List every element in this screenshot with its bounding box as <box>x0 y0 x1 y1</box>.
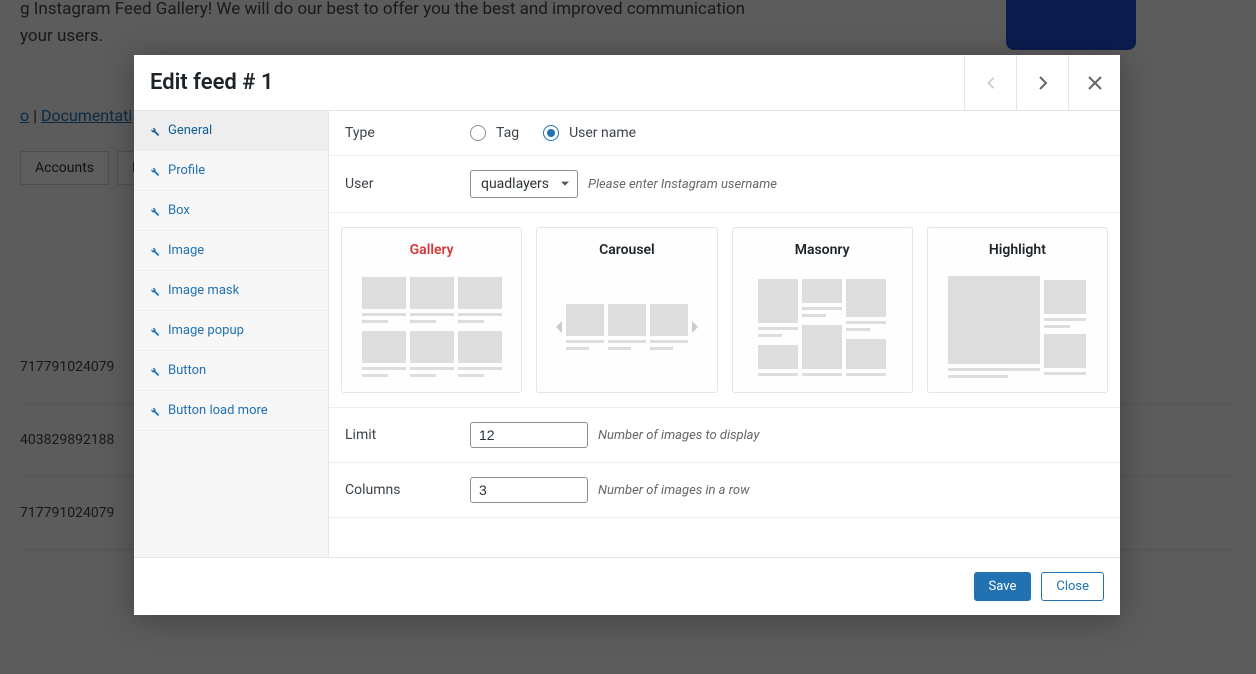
label-type: Type <box>345 125 470 141</box>
edit-feed-modal: Edit feed # 1 GeneralProfileBoxImageImag… <box>134 55 1120 615</box>
columns-input[interactable] <box>470 477 588 503</box>
sidebar: GeneralProfileBoxImageImage maskImage po… <box>134 111 329 557</box>
hint-limit: Number of images to display <box>598 428 759 443</box>
hint-user: Please enter Instagram username <box>588 177 777 192</box>
wrench-icon <box>148 125 160 137</box>
wrench-icon <box>148 325 160 337</box>
save-button[interactable]: Save <box>974 572 1032 601</box>
wrench-icon <box>148 165 160 177</box>
modal-footer: Save Close <box>134 557 1120 615</box>
sidebar-item-image-mask[interactable]: Image mask <box>134 271 328 311</box>
next-button[interactable] <box>1016 55 1068 111</box>
limit-input[interactable] <box>470 422 588 448</box>
radio-tag[interactable]: Tag <box>470 125 533 141</box>
sidebar-item-image[interactable]: Image <box>134 231 328 271</box>
field-type: Type Tag User name <box>329 111 1120 156</box>
prev-button <box>964 55 1016 111</box>
chevron-right-icon <box>1037 76 1049 90</box>
hint-columns: Number of images in a row <box>598 483 750 498</box>
field-columns: Columns Number of images in a row <box>329 463 1120 518</box>
layout-carousel[interactable]: Carousel <box>536 227 717 393</box>
wrench-icon <box>148 405 160 417</box>
label-user: User <box>345 176 470 192</box>
wrench-icon <box>148 245 160 257</box>
layout-options: Gallery <box>329 213 1120 408</box>
chevron-left-icon <box>985 77 997 89</box>
modal-body: GeneralProfileBoxImageImage maskImage po… <box>134 111 1120 557</box>
close-icon <box>1088 76 1102 90</box>
sidebar-item-general[interactable]: General <box>134 111 328 151</box>
field-user: User quadlayers Please enter Instagram u… <box>329 156 1120 213</box>
field-limit: Limit Number of images to display <box>329 408 1120 463</box>
close-button[interactable]: Close <box>1041 572 1104 601</box>
wrench-icon <box>148 205 160 217</box>
radio-icon <box>543 125 559 141</box>
highlight-preview <box>936 272 1099 382</box>
sidebar-item-image-popup[interactable]: Image popup <box>134 311 328 351</box>
sidebar-item-profile[interactable]: Profile <box>134 151 328 191</box>
sidebar-item-button[interactable]: Button <box>134 351 328 391</box>
label-columns: Columns <box>345 482 470 498</box>
gallery-preview <box>350 272 513 382</box>
wrench-icon <box>148 285 160 297</box>
layout-masonry[interactable]: Masonry <box>732 227 913 393</box>
layout-highlight[interactable]: Highlight <box>927 227 1108 393</box>
content-panel[interactable]: Type Tag User name User quadlayers <box>329 111 1120 557</box>
modal-title: Edit feed # 1 <box>150 70 964 95</box>
sidebar-item-button-load-more[interactable]: Button load more <box>134 391 328 431</box>
close-x-button[interactable] <box>1068 55 1120 111</box>
label-limit: Limit <box>345 427 470 443</box>
masonry-preview <box>741 272 904 382</box>
modal-header: Edit feed # 1 <box>134 55 1120 111</box>
radio-icon <box>470 125 486 141</box>
wrench-icon <box>148 365 160 377</box>
radio-username[interactable]: User name <box>543 125 650 141</box>
user-select[interactable]: quadlayers <box>470 170 578 198</box>
carousel-preview <box>545 272 708 382</box>
sidebar-item-box[interactable]: Box <box>134 191 328 231</box>
layout-gallery[interactable]: Gallery <box>341 227 522 393</box>
